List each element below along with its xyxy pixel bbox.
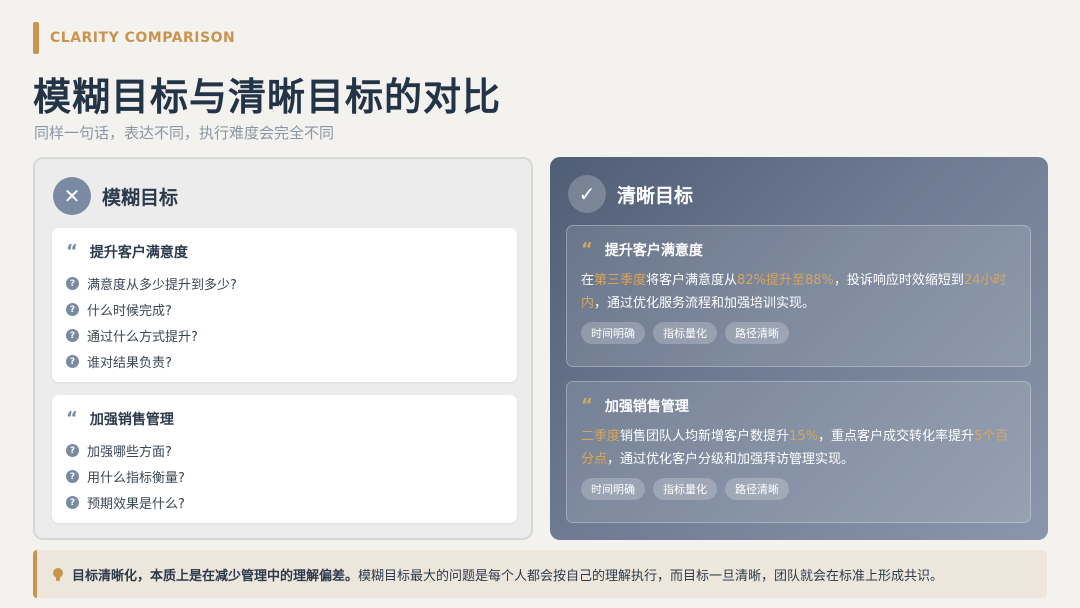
vague-card: “ 加强销售管理 ? 加强哪些方面? ? 用什么指标衡量? ? 预期效果是什么? [52,395,517,523]
highlight: 二季度 [581,429,621,444]
highlight: 82%提升至88% [737,273,834,288]
vague-goals-panel: ✕ 模糊目标 “ 提升客户满意度 ? 满意度从多少提升到多少? ? 什么时候完成… [33,157,533,540]
clear-goals-panel: ✓ 清晰目标 “ 提升客户满意度 在第三季度将客户满意度从82%提升至88%，投… [550,157,1048,540]
question-text: 预期效果是什么? [87,497,185,512]
tag: 指标量化 [653,478,717,500]
quote-icon: “ [66,408,78,429]
question-text: 加强哪些方面? [87,445,172,460]
question-item: ? 加强哪些方面? [66,441,172,460]
question-icon: ? [66,470,79,483]
question-item: ? 满意度从多少提升到多少? [66,274,237,293]
clear-card-description: 在第三季度将客户满意度从82%提升至88%，投诉响应时效缩短到24小时内，通过优… [581,273,1007,311]
highlight: 15% [789,429,818,444]
question-item: ? 通过什么方式提升? [66,326,198,345]
vague-panel-header: ✕ 模糊目标 [53,177,178,215]
question-item: ? 用什么指标衡量? [66,467,185,486]
check-icon: ✓ [568,175,606,213]
tag: 路径清晰 [725,478,789,500]
accent-bar [33,22,39,54]
tag: 时间明确 [581,322,645,344]
question-icon: ? [66,444,79,457]
tag-list: 时间明确 指标量化 路径清晰 [581,322,797,344]
quote-icon: “ [66,241,78,262]
question-text: 通过什么方式提升? [87,330,198,345]
question-icon: ? [66,355,79,368]
question-item: ? 什么时候完成? [66,300,172,319]
tag: 时间明确 [581,478,645,500]
question-icon: ? [66,329,79,342]
insight-note: 目标清晰化，本质上是在减少管理中的理解偏差。 模糊目标最大的问题是每个人都会按自… [33,550,1047,598]
eyebrow: CLARITY COMPARISON [33,22,235,54]
vague-card-title: 提升客户满意度 [89,245,188,261]
tag-list: 时间明确 指标量化 路径清晰 [581,478,797,500]
page-subtitle: 同样一句话，表达不同，执行难度会完全不同 [34,124,335,142]
tag: 指标量化 [653,322,717,344]
note-text: 模糊目标最大的问题是每个人都会按自己的理解执行，而目标一旦清晰，团队就会在标准上… [358,568,944,584]
vague-card: “ 提升客户满意度 ? 满意度从多少提升到多少? ? 什么时候完成? ? 通过什… [52,228,517,382]
clear-card-title: 加强销售管理 [604,399,689,415]
clear-panel-header: ✓ 清晰目标 [568,175,693,213]
question-text: 满意度从多少提升到多少? [87,278,237,293]
question-icon: ? [66,277,79,290]
question-icon: ? [66,496,79,509]
vague-panel-title: 模糊目标 [102,186,179,209]
tag: 路径清晰 [725,322,789,344]
quote-icon: “ [581,239,593,260]
clear-panel-title: 清晰目标 [617,184,694,207]
question-text: 谁对结果负责? [87,356,172,371]
clear-card-description: 二季度销售团队人均新增客户数提升15%，重点客户成交转化率提升5个百分点，通过优… [581,429,1009,467]
question-item: ? 谁对结果负责? [66,352,172,371]
close-icon: ✕ [53,177,91,215]
question-icon: ? [66,303,79,316]
quote-icon: “ [581,395,593,416]
eyebrow-label: CLARITY COMPARISON [50,30,236,46]
question-text: 用什么指标衡量? [87,471,185,486]
lightbulb-icon [53,567,63,581]
clear-card-title: 提升客户满意度 [604,243,703,259]
question-text: 什么时候完成? [87,304,172,319]
highlight: 第三季度 [594,273,647,288]
clear-card: “ 加强销售管理 二季度销售团队人均新增客户数提升15%，重点客户成交转化率提升… [566,381,1031,523]
vague-card-title: 加强销售管理 [89,412,174,428]
clear-card: “ 提升客户满意度 在第三季度将客户满意度从82%提升至88%，投诉响应时效缩短… [566,225,1031,367]
question-item: ? 预期效果是什么? [66,493,185,512]
page-title: 模糊目标与清晰目标的对比 [33,75,502,119]
note-emphasis: 目标清晰化，本质上是在减少管理中的理解偏差。 [72,568,359,584]
